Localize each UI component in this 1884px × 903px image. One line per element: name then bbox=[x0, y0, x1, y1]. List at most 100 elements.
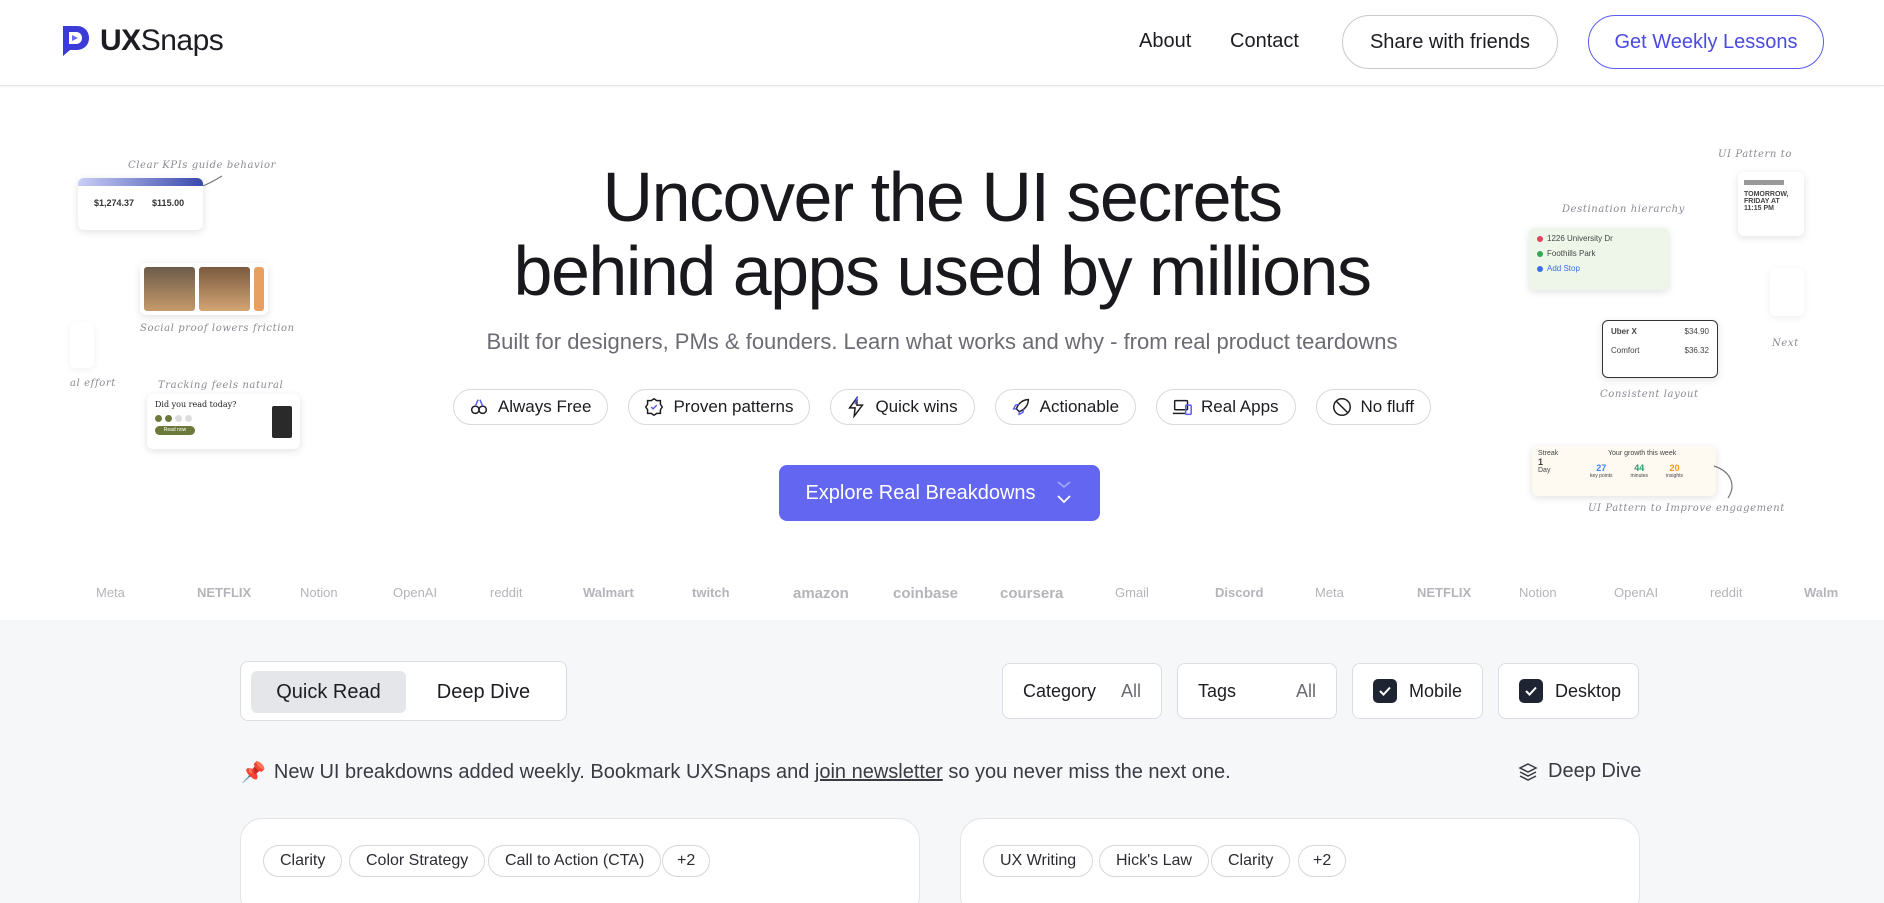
newsletter-notice: 📌 New UI breakdowns added weekly. Bookma… bbox=[241, 760, 1231, 784]
arrow-icon bbox=[1713, 465, 1733, 499]
pattern-note-top: UI Pattern to bbox=[1718, 149, 1792, 160]
category-label: Category bbox=[1023, 680, 1097, 701]
tags-label: Tags bbox=[1198, 680, 1237, 701]
tracking-read-button: Read now bbox=[155, 426, 195, 435]
reminder-card: TOMORROW, FRIDAY AT 11:15 PM bbox=[1738, 172, 1804, 236]
explore-breakdowns-button[interactable]: Explore Real Breakdowns bbox=[779, 465, 1100, 521]
free-icon bbox=[470, 399, 487, 415]
tag-more[interactable]: +2 bbox=[1298, 845, 1347, 877]
view-mode-toggle: Quick Read Deep Dive bbox=[240, 661, 567, 721]
category-filter[interactable]: Category All bbox=[1002, 663, 1162, 719]
tag-pill[interactable]: Call to Action (CTA) bbox=[488, 845, 662, 877]
deep-dive-tab[interactable]: Deep Dive bbox=[411, 671, 556, 713]
quick-read-tab[interactable]: Quick Read bbox=[251, 671, 406, 713]
chip-no-fluff: No fluff bbox=[1315, 389, 1432, 425]
growth-stat-value: 44 bbox=[1634, 463, 1645, 473]
tag-pill[interactable]: Clarity bbox=[263, 845, 343, 877]
brand-logo-strip: Meta NETFLIX Notion OpenAI reddit Walmar… bbox=[0, 585, 1884, 609]
deep-dive-link[interactable]: Deep Dive bbox=[1518, 760, 1641, 783]
tag-pill[interactable]: Color Strategy bbox=[349, 845, 486, 877]
logo-bold: UX bbox=[100, 24, 141, 57]
mobile-checkbox[interactable] bbox=[1373, 679, 1397, 703]
social-proof-card bbox=[140, 263, 268, 315]
growth-stat-label: key points bbox=[1590, 473, 1613, 479]
kpi-card: $1,274.37 $115.00 bbox=[78, 178, 203, 230]
tag-pill[interactable]: UX Writing bbox=[983, 845, 1094, 877]
kpi-note: Clear KPIs guide behavior bbox=[128, 160, 277, 171]
weekly-lessons-button[interactable]: Get Weekly Lessons bbox=[1588, 15, 1824, 69]
nav-contact-link[interactable]: Contact bbox=[1230, 30, 1299, 53]
share-button[interactable]: Share with friends bbox=[1342, 15, 1558, 69]
chip-label: Quick wins bbox=[875, 397, 958, 416]
ride-price: $36.32 bbox=[1684, 346, 1709, 355]
chip-always-free: Always Free bbox=[452, 389, 609, 425]
mobile-filter[interactable]: Mobile bbox=[1352, 663, 1483, 719]
brand-logo: Meta bbox=[1315, 585, 1344, 600]
tags-filter[interactable]: Tags All bbox=[1177, 663, 1337, 719]
brand-logo: reddit bbox=[490, 585, 523, 600]
brand-logo: reddit bbox=[1710, 585, 1743, 600]
reminder-title: TOMORROW, FRIDAY AT 11:15 PM bbox=[1744, 191, 1789, 212]
join-newsletter-link[interactable]: join newsletter bbox=[815, 761, 943, 783]
destination-item: Foothills Park bbox=[1547, 249, 1596, 258]
chip-proven-patterns: Proven patterns bbox=[628, 389, 811, 425]
chip-label: Real Apps bbox=[1201, 397, 1279, 416]
brand-logo: OpenAI bbox=[393, 585, 438, 600]
chevron-down-icon bbox=[1056, 481, 1071, 504]
destination-item: 1226 University Dr bbox=[1547, 234, 1613, 243]
brand-logo: NETFLIX bbox=[1417, 585, 1472, 600]
brand-logo: Notion bbox=[300, 585, 338, 600]
streak-label: Streak bbox=[1538, 450, 1559, 457]
deep-dive-label: Deep Dive bbox=[1548, 760, 1642, 782]
brand-logo: coinbase bbox=[893, 585, 959, 602]
engagement-note: UI Pattern to Improve engagement bbox=[1588, 503, 1785, 514]
notice-text: New UI breakdowns added weekly. Bookmark… bbox=[273, 760, 815, 783]
kpi-value-1: $1,274.37 bbox=[94, 198, 135, 208]
tag-pill[interactable]: Clarity bbox=[1211, 845, 1291, 877]
pin-icon: 📌 bbox=[241, 760, 266, 784]
logo[interactable]: UXSnaps bbox=[60, 24, 224, 58]
growth-card: Streak 1 Day Your growth this week 27 key… bbox=[1532, 446, 1716, 496]
destination-note: Destination hierarchy bbox=[1562, 204, 1685, 215]
brand-logo: Walmart bbox=[583, 585, 634, 600]
streak-value: 1 bbox=[1538, 457, 1544, 467]
desktop-label: Desktop bbox=[1555, 680, 1622, 701]
nav-about-link[interactable]: About bbox=[1139, 30, 1191, 53]
cta-label: Explore Real Breakdowns bbox=[805, 481, 1036, 504]
kpi-value-2: $115.00 bbox=[152, 198, 185, 208]
tracking-note: Tracking feels natural bbox=[158, 380, 284, 391]
social-proof-note: Social proof lowers friction bbox=[140, 323, 295, 334]
growth-stat-value: 27 bbox=[1596, 463, 1607, 473]
brand-logo: OpenAI bbox=[1614, 585, 1659, 600]
destination-card: 1226 University Dr Foothills Park Add St… bbox=[1529, 228, 1669, 290]
brand-logo: Gmail bbox=[1115, 585, 1149, 600]
tags-value: All bbox=[1295, 680, 1316, 701]
brand-logo: Meta bbox=[96, 585, 125, 600]
notice-text-end: so you never miss the next one. bbox=[942, 760, 1231, 783]
brand-logo: twitch bbox=[692, 585, 730, 600]
check-icon bbox=[1525, 686, 1537, 696]
chip-label: Actionable bbox=[1039, 397, 1120, 416]
tracking-card: Did you read today? Read now bbox=[147, 394, 300, 449]
layout-note: Consistent layout bbox=[1600, 389, 1699, 400]
effort-note: al effort bbox=[70, 378, 116, 389]
article-card[interactable]: UX Writing Hick's Law Clarity +2 bbox=[960, 818, 1640, 903]
brand-logo: NETFLIX bbox=[197, 585, 252, 600]
ride-name: Comfort bbox=[1611, 346, 1640, 355]
desktop-filter[interactable]: Desktop bbox=[1498, 663, 1639, 719]
chip-actionable: Actionable bbox=[994, 389, 1137, 425]
article-card[interactable]: Clarity Color Strategy Call to Action (C… bbox=[240, 818, 920, 903]
growth-stat-label: insights bbox=[1666, 473, 1683, 479]
logo-icon bbox=[63, 26, 89, 56]
chip-label: Always Free bbox=[497, 397, 592, 416]
growth-stat-label: minutes bbox=[1630, 473, 1649, 479]
desktop-checkbox[interactable] bbox=[1519, 679, 1543, 703]
site-header: UXSnaps About Contact Share with friends… bbox=[0, 0, 1884, 86]
devices-icon bbox=[1172, 399, 1192, 416]
chip-label: No fluff bbox=[1360, 397, 1415, 416]
tag-more[interactable]: +2 bbox=[662, 845, 711, 877]
ride-name: Uber X bbox=[1611, 327, 1637, 336]
chip-quick-wins: Quick wins bbox=[830, 389, 975, 425]
tag-pill[interactable]: Hick's Law bbox=[1099, 845, 1209, 877]
growth-stat-value: 20 bbox=[1669, 463, 1680, 473]
